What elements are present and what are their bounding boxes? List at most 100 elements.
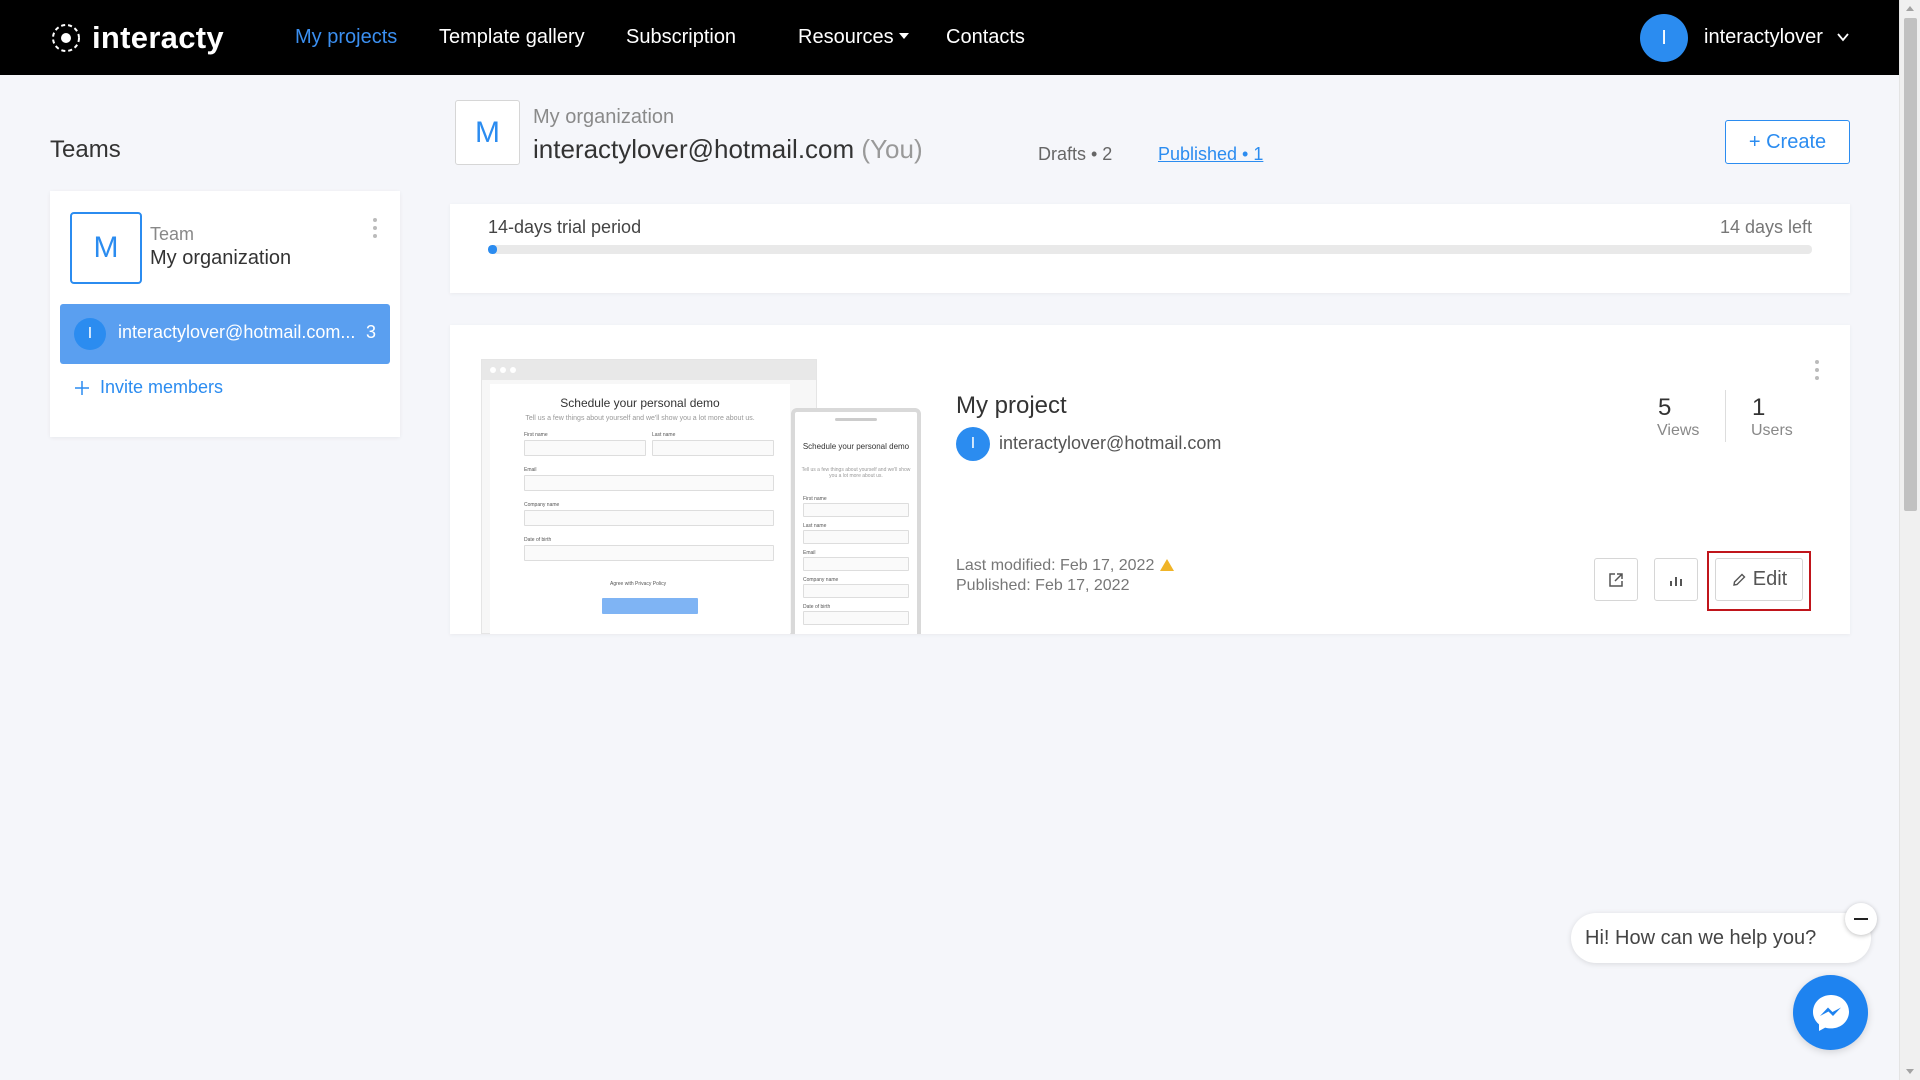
- preview-company-field: [524, 510, 774, 526]
- preview-last-name-label: Last name: [652, 432, 676, 438]
- nav-contacts[interactable]: Contacts: [946, 26, 1025, 49]
- last-modified: Last modified: Feb 17, 2022: [956, 557, 1175, 575]
- tab-drafts[interactable]: Drafts • 2: [1038, 144, 1112, 165]
- you-suffix: (You): [861, 134, 923, 164]
- member-count: 3: [365, 322, 376, 342]
- team-member-selected[interactable]: I interactylover@hotmail.com... 3: [60, 304, 390, 364]
- preview-agree: Agree with Privacy Policy: [610, 581, 667, 587]
- plus-icon: [75, 380, 89, 395]
- phone-notch: [835, 418, 877, 421]
- preview-form: Schedule your personal demo Tell us a fe…: [490, 384, 790, 634]
- nav-subscription[interactable]: Subscription: [626, 26, 736, 49]
- views-label: Views: [1657, 422, 1700, 439]
- project-preview[interactable]: Schedule your personal demo Tell us a fe…: [481, 359, 921, 634]
- tab-published[interactable]: Published • 1: [1158, 144, 1263, 165]
- nav-template-gallery[interactable]: Template gallery: [439, 26, 585, 49]
- trial-progress-fill: [488, 245, 498, 254]
- warning-icon[interactable]: [1160, 559, 1175, 571]
- mobile-email-field: [803, 557, 909, 571]
- chat-greeting[interactable]: Hi! How can we help you?: [1571, 913, 1871, 963]
- open-link-button[interactable]: [1594, 558, 1638, 601]
- nav-resources-label: Resources: [798, 26, 894, 48]
- mobile-email-label: Email: [803, 550, 816, 556]
- browser-bar: [482, 360, 816, 380]
- org-email-text: interactylover@hotmail.com: [533, 134, 855, 164]
- messenger-icon: [1812, 994, 1849, 1031]
- edit-highlight-box: [1707, 551, 1811, 611]
- project-more-icon[interactable]: [1814, 360, 1820, 380]
- project-card[interactable]: Schedule your personal demo Tell us a fe…: [450, 325, 1850, 634]
- messenger-button[interactable]: [1793, 975, 1868, 1050]
- logo-icon: [52, 23, 80, 52]
- last-modified-text: Last modified: Feb 17, 2022: [956, 557, 1155, 574]
- mobile-company-field: [803, 584, 909, 598]
- caret-down-icon: [898, 33, 909, 39]
- preview-title: Schedule your personal demo: [560, 396, 720, 410]
- statistics-button[interactable]: [1654, 558, 1698, 601]
- org-email: interactylover@hotmail.com (You): [533, 134, 923, 165]
- team-tile[interactable]: M: [70, 212, 142, 284]
- mobile-first-name-field: [803, 503, 909, 517]
- preview-subtitle: Tell us a few things about yourself and …: [525, 415, 755, 422]
- project-title[interactable]: My project: [956, 392, 1067, 420]
- mobile-company-label: Company name: [803, 577, 839, 583]
- top-nav: interacty My projects Template gallery S…: [0, 0, 1899, 75]
- preview-dob-field: [524, 545, 774, 561]
- preview-company-label: Company name: [524, 502, 560, 508]
- team-name[interactable]: My organization: [150, 247, 291, 270]
- bar-chart-icon: [1670, 576, 1682, 586]
- preview-first-name-field: [524, 440, 646, 456]
- team-more-icon[interactable]: [372, 218, 378, 238]
- invite-members-label: Invite members: [100, 377, 224, 397]
- mobile-first-name-label: First name: [803, 496, 827, 502]
- user-avatar[interactable]: I: [1640, 14, 1688, 62]
- mobile-preview: Schedule your personal demo Tell us a fe…: [791, 408, 921, 634]
- trial-days-left: 14 days left: [1719, 217, 1812, 237]
- scroll-down-icon[interactable]: [1906, 1069, 1914, 1074]
- chat-minimize-button[interactable]: [1845, 903, 1877, 935]
- trial-label: 14-days trial period: [488, 217, 642, 237]
- mobile-dob-label: Date of birth: [803, 604, 831, 610]
- preview-email-field: [524, 475, 774, 491]
- nav-resources[interactable]: Resources: [798, 26, 909, 49]
- preview-first-name-label: First name: [524, 432, 548, 438]
- project-owner: interactylover@hotmail.com: [999, 433, 1222, 453]
- trial-progress-bar: [488, 245, 1812, 254]
- teams-title: Teams: [50, 136, 121, 163]
- scroll-up-icon[interactable]: [1906, 6, 1914, 11]
- team-card: M Team My organization I interactylover@…: [50, 191, 400, 437]
- desktop-preview: Schedule your personal demo Tell us a fe…: [481, 359, 817, 634]
- member-email: interactylover@hotmail.com...: [118, 322, 356, 342]
- mobile-dob-field: [803, 611, 909, 625]
- org-tile: M: [455, 100, 520, 165]
- preview-submit-button: [602, 598, 698, 614]
- org-label: My organization: [533, 106, 675, 128]
- stats-divider: [1725, 390, 1726, 442]
- external-link-icon: [1609, 572, 1623, 587]
- mobile-last-name-label: Last name: [803, 523, 827, 529]
- users-count: 1: [1752, 394, 1766, 421]
- minus-icon: [1854, 918, 1868, 920]
- published-date: Published: Feb 17, 2022: [956, 577, 1130, 594]
- member-avatar: I: [74, 318, 106, 350]
- preview-last-name-field: [652, 440, 774, 456]
- user-name[interactable]: interactylover: [1704, 26, 1823, 49]
- create-button[interactable]: + Create: [1725, 120, 1850, 164]
- page-scrollbar[interactable]: [1899, 0, 1920, 1080]
- owner-avatar: I: [956, 427, 990, 461]
- scrollbar-thumb[interactable]: [1904, 18, 1917, 511]
- nav-my-projects[interactable]: My projects: [295, 26, 397, 49]
- users-label: Users: [1751, 422, 1793, 439]
- views-count: 5: [1658, 394, 1672, 421]
- invite-members-button[interactable]: Invite members: [74, 377, 223, 398]
- logo[interactable]: interacty: [49, 18, 224, 57]
- preview-dob-label: Date of birth: [524, 537, 552, 543]
- mobile-preview-subtitle: Tell us a few things about yourself and …: [801, 467, 911, 479]
- logo-text: interacty: [92, 19, 224, 55]
- mobile-last-name-field: [803, 530, 909, 544]
- mobile-preview-title: Schedule your personal demo: [802, 442, 910, 451]
- preview-email-label: Email: [524, 467, 537, 473]
- trial-card: 14-days trial period 14 days left: [450, 204, 1850, 293]
- chevron-down-icon[interactable]: [1835, 29, 1851, 45]
- team-label: Team: [150, 224, 195, 244]
